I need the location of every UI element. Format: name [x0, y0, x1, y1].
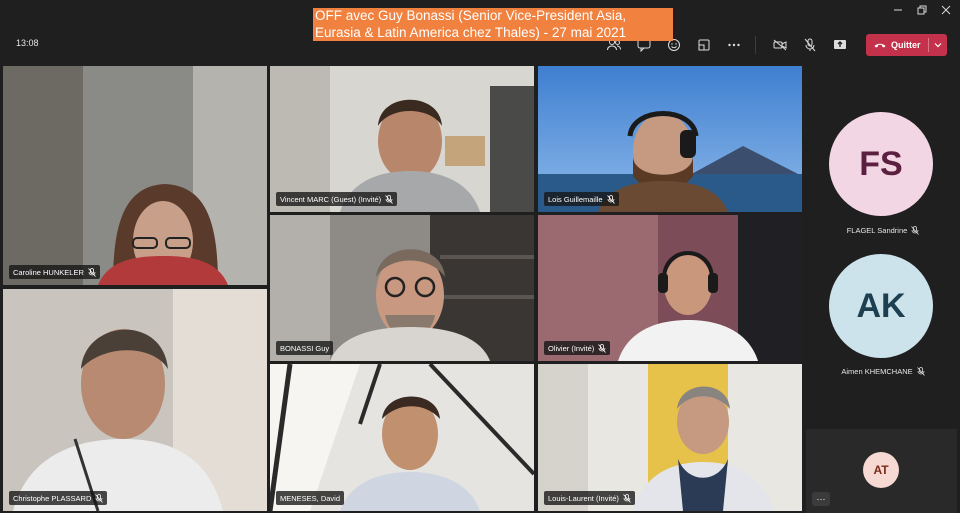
participant-name-tag: Vincent MARC (Guest) (Invité): [276, 192, 398, 206]
close-window-icon[interactable]: [936, 4, 956, 20]
participant-name: BONASSI Guy: [280, 343, 330, 353]
minimize-icon[interactable]: [888, 4, 908, 20]
toolbar-divider: [755, 36, 756, 54]
mic-muted-icon: [88, 267, 96, 277]
avatar[interactable]: AK: [829, 254, 933, 358]
leave-label: Quitter: [891, 40, 921, 50]
participant-name: MENESES, David: [280, 493, 341, 503]
participant-video: [538, 364, 802, 511]
participant-name-tag: Olivier (Invité): [544, 341, 611, 355]
mic-muted-icon: [623, 493, 631, 503]
mic-muted-icon: [385, 194, 393, 204]
participant-video: [3, 66, 267, 285]
more-options-button[interactable]: ···: [812, 492, 830, 506]
participant-name: Caroline HUNKELER: [13, 267, 84, 277]
participant-name-tag: BONASSI Guy: [276, 341, 334, 355]
video-title-overlay: OFF avec Guy Bonassi (Senior Vice-Presid…: [313, 8, 673, 41]
mic-off-icon[interactable]: [800, 35, 820, 55]
roster-participant-name: FLAGEL Sandrine: [806, 226, 960, 235]
video-tile[interactable]: Caroline HUNKELER: [3, 66, 267, 285]
hang-up-icon: [873, 38, 887, 52]
avatar-initials: AK: [856, 286, 906, 325]
avatar-initials: AT: [873, 463, 889, 477]
participant-name-tag: Louis-Laurent (Invité): [544, 491, 635, 505]
participant-name: Vincent MARC (Guest) (Invité): [280, 194, 382, 204]
video-tile[interactable]: Lois Guillemaille: [538, 66, 802, 212]
participant-name-tag: Lois Guillemaille: [544, 192, 619, 206]
video-tile[interactable]: Olivier (Invité): [538, 215, 802, 361]
mic-muted-icon: [916, 367, 925, 376]
more-icon[interactable]: [724, 35, 744, 55]
video-tile[interactable]: Louis-Laurent (Invité): [538, 364, 802, 511]
participant-name-tag: Christophe PLASSARD: [9, 491, 108, 505]
mic-muted-icon: [606, 194, 615, 204]
video-tile[interactable]: MENESES, David: [270, 364, 534, 511]
participant-video: [538, 215, 802, 361]
participant-name: Christophe PLASSARD: [13, 493, 92, 503]
participant-name-tag: MENESES, David: [276, 491, 345, 505]
participant-video: [3, 289, 267, 511]
participant-name: Louis-Laurent (Invité): [548, 493, 619, 503]
video-tile[interactable]: Vincent MARC (Guest) (Invité): [270, 66, 534, 212]
participant-name: Olivier (Invité): [548, 343, 595, 353]
meeting-clock: 13:08: [16, 38, 39, 48]
avatar: AT: [863, 452, 899, 488]
rooms-icon[interactable]: [694, 35, 714, 55]
leave-divider: [928, 38, 929, 52]
share-screen-icon[interactable]: [830, 35, 850, 55]
more-label: ···: [816, 494, 826, 504]
participant-video: [270, 66, 534, 212]
roster-participant-name: Aimen KHEMCHANE: [806, 367, 960, 376]
chevron-down-icon[interactable]: [932, 37, 944, 53]
participant-name-tag: Caroline HUNKELER: [9, 265, 100, 279]
camera-off-icon[interactable]: [770, 35, 790, 55]
mic-muted-icon: [911, 226, 920, 235]
teams-meeting-window: 13:08 Quitter OFF avec Guy Bonassi (Seni…: [0, 0, 960, 513]
mic-muted-icon: [598, 343, 607, 353]
avatar-initials: FS: [859, 144, 903, 183]
leave-button[interactable]: Quitter: [866, 34, 947, 56]
participant-video: [270, 215, 534, 361]
video-tile[interactable]: Christophe PLASSARD: [3, 289, 267, 511]
mic-muted-icon: [95, 493, 104, 503]
participant-video: [538, 66, 802, 212]
participant-video: [270, 364, 534, 511]
participant-name: Lois Guillemaille: [548, 194, 603, 204]
participant-name: FLAGEL Sandrine: [846, 226, 908, 235]
restore-icon[interactable]: [912, 4, 932, 20]
avatar[interactable]: FS: [829, 112, 933, 216]
video-tile-active-speaker[interactable]: BONASSI Guy: [270, 215, 534, 361]
participant-name: Aimen KHEMCHANE: [841, 367, 913, 376]
